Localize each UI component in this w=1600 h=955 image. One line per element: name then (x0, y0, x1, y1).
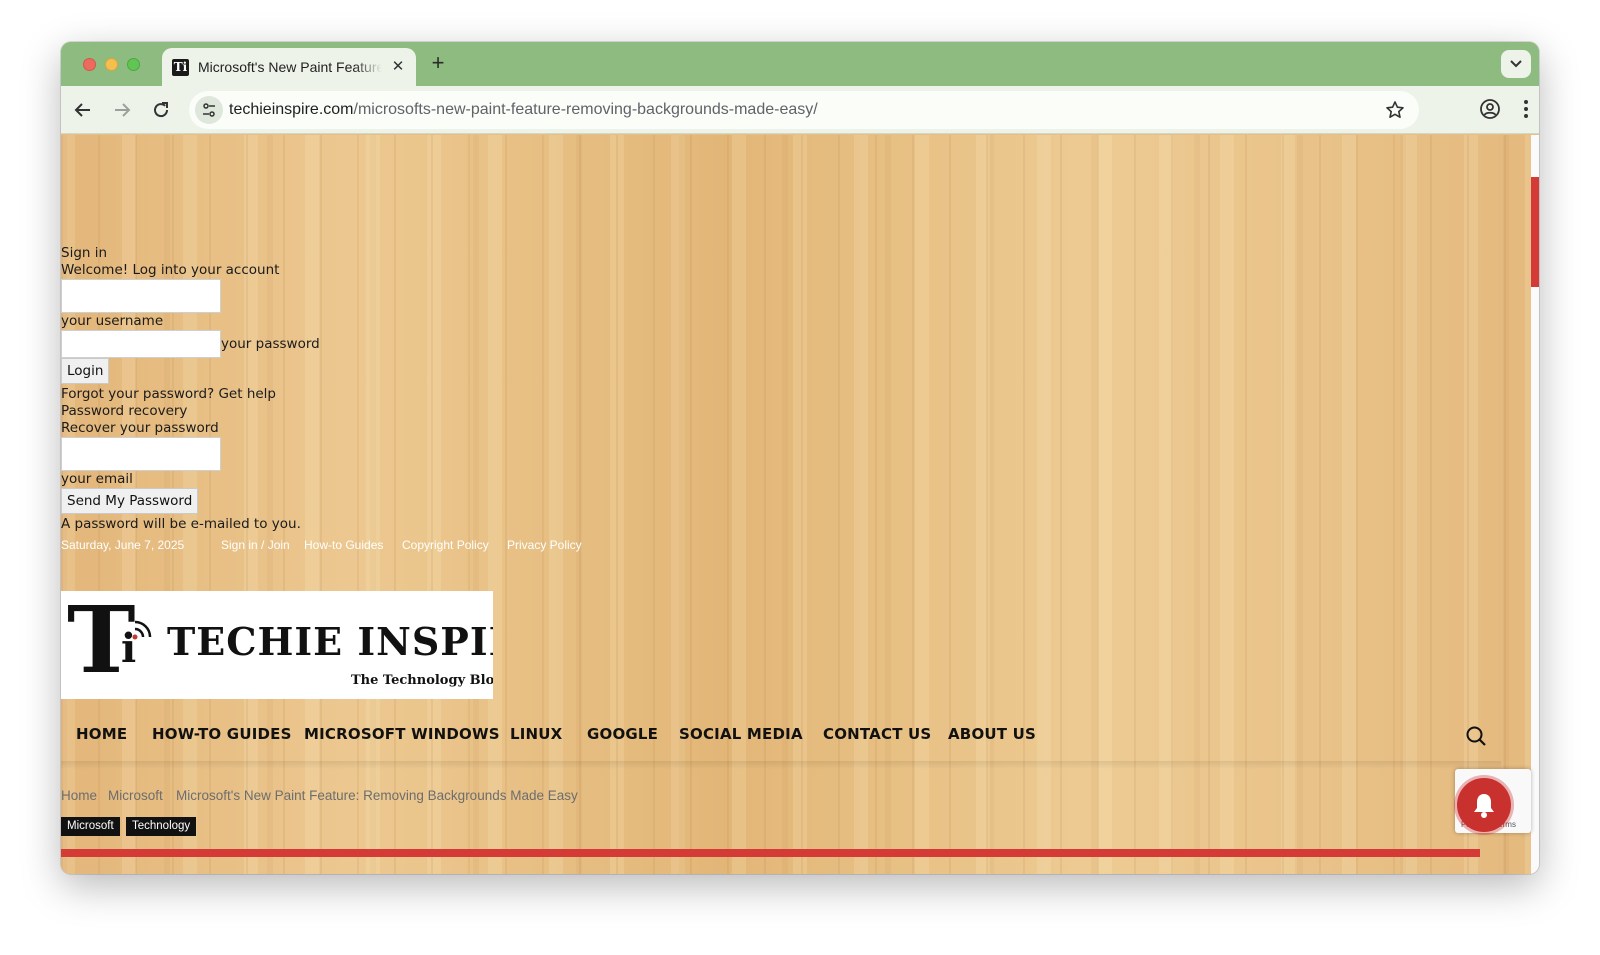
article-header-bar (61, 849, 1480, 857)
email-label: your email (61, 471, 133, 487)
bell-icon (1474, 794, 1494, 818)
topbar-link-privacy[interactable]: Privacy Policy (507, 538, 582, 552)
url-domain: techieinspire.com (229, 101, 354, 118)
site-favicon-icon: Ti (172, 58, 189, 76)
nav-item-how-to-guides[interactable]: HOW-TO GUIDES (152, 725, 292, 743)
nav-item-about-us[interactable]: ABOUT US (948, 725, 1036, 743)
url-path: /microsofts-new-paint-feature-removing-b… (353, 101, 818, 118)
recover-password-text: Recover your password (61, 420, 219, 436)
forward-button[interactable] (110, 98, 134, 122)
welcome-text: Welcome! Log into your account (61, 262, 280, 278)
scrollbar-thumb[interactable] (1531, 177, 1539, 287)
tab-search-button[interactable] (1501, 50, 1531, 78)
site-logo[interactable]: T i TECHIE INSPIRE The Technology Blog (61, 591, 493, 699)
nav-item-microsoft-windows[interactable]: MICROSOFT WINDOWS (304, 725, 500, 743)
tab-close-icon[interactable]: ✕ (390, 59, 406, 75)
nav-item-linux[interactable]: LINUX (510, 725, 562, 743)
nav-divider (61, 761, 1501, 769)
site-info-button[interactable] (195, 96, 223, 124)
send-password-button[interactable]: Send My Password (61, 488, 199, 514)
breadcrumb-current: Microsoft's New Paint Feature: Removing … (176, 788, 578, 803)
tab-title: Microsoft's New Paint Feature: Removing … (198, 59, 382, 75)
category-tag-technology[interactable]: Technology (126, 817, 197, 836)
page-viewport: Sign in Welcome! Log into your account y… (61, 135, 1539, 874)
breadcrumb-home[interactable]: Home (61, 788, 97, 803)
browser-toolbar: techieinspire.com/microsofts-new-paint-f… (61, 86, 1539, 134)
username-field[interactable] (61, 279, 221, 313)
arrow-right-icon (115, 103, 131, 117)
minimize-window-button[interactable] (105, 58, 118, 71)
logo-tagline: The Technology Blog (351, 673, 493, 688)
password-email-note: A password will be e-mailed to you. (61, 516, 301, 532)
url-text: techieinspire.com/microsofts-new-paint-f… (229, 101, 818, 119)
browser-window: Ti Microsoft's New Paint Feature: Removi… (61, 42, 1539, 874)
topbar-link-copyright[interactable]: Copyright Policy (402, 538, 489, 552)
new-tab-icon[interactable]: + (426, 52, 450, 76)
sign-in-heading: Sign in (61, 245, 108, 261)
close-window-button[interactable] (83, 58, 96, 71)
back-button[interactable] (71, 98, 95, 122)
topbar-link-sign-in[interactable]: Sign in / Join (221, 538, 290, 552)
current-date: Saturday, June 7, 2025 (61, 538, 185, 552)
logo-title: TECHIE INSPIRE (167, 619, 493, 664)
profile-icon[interactable] (1479, 98, 1501, 125)
password-recovery-heading: Password recovery (61, 403, 188, 419)
category-tag-microsoft[interactable]: Microsoft (61, 817, 120, 836)
arrow-left-icon (74, 103, 90, 117)
password-label: your password (221, 336, 320, 352)
password-field[interactable] (61, 330, 221, 358)
email-field[interactable] (61, 437, 221, 471)
more-menu-icon[interactable] (1523, 98, 1529, 125)
main-navigation: HOME HOW-TO GUIDES MICROSOFT WINDOWS LIN… (61, 713, 1501, 761)
username-label: your username (61, 313, 164, 329)
topbar-link-how-to[interactable]: How-to Guides (304, 538, 383, 552)
tab-active[interactable]: Ti Microsoft's New Paint Feature: Removi… (162, 48, 416, 86)
login-button[interactable]: Login (61, 358, 110, 384)
reload-button[interactable] (149, 98, 173, 122)
maximize-window-button[interactable] (127, 58, 140, 71)
broadcast-icon (132, 620, 152, 640)
address-bar[interactable]: techieinspire.com/microsofts-new-paint-f… (189, 91, 1419, 129)
chevron-down-icon (1510, 60, 1522, 68)
search-icon[interactable] (1465, 725, 1487, 752)
reload-icon (154, 102, 169, 118)
nav-item-social-media[interactable]: SOCIAL MEDIA (679, 725, 803, 743)
nav-item-home[interactable]: HOME (76, 725, 127, 743)
nav-item-google[interactable]: GOOGLE (587, 725, 658, 743)
tab-strip: Ti Microsoft's New Paint Feature: Removi… (61, 42, 1539, 86)
breadcrumb-microsoft[interactable]: Microsoft (108, 788, 163, 803)
forgot-password-link[interactable]: Forgot your password? Get help (61, 386, 320, 403)
tune-icon (203, 103, 215, 117)
nav-item-contact-us[interactable]: CONTACT US (823, 725, 931, 743)
bookmark-star-icon[interactable] (1385, 100, 1405, 125)
login-form: Sign in Welcome! Log into your account y… (61, 245, 320, 533)
notification-bell-button[interactable] (1457, 778, 1511, 832)
